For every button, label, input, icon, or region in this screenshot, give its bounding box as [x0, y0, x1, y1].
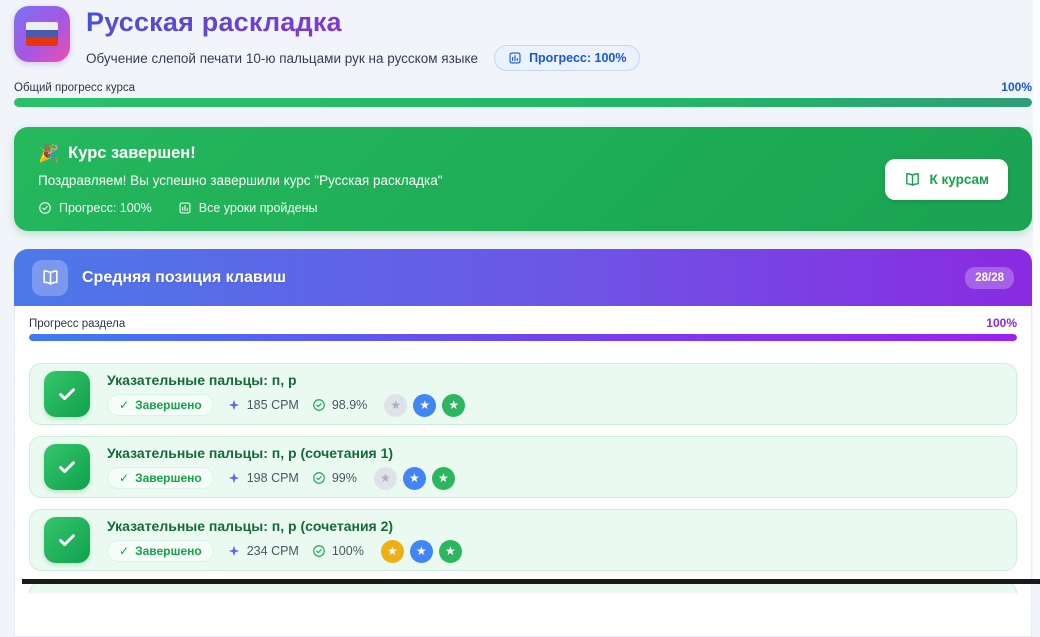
course-header: Русская раскладка Обучение слепой печати… — [14, 0, 1032, 71]
lesson-title: Указательные пальцы: п, р — [107, 372, 465, 388]
status-badge: ✓ Завершено — [107, 394, 214, 416]
progress-badge-label: Прогресс: 100% — [529, 51, 626, 65]
status-badge: ✓ Завершено — [107, 540, 214, 562]
course-progress: Общий прогресс курса 100% — [14, 80, 1032, 107]
course-progress-fill — [14, 98, 1032, 107]
bar-chart-icon — [178, 201, 192, 215]
check-circle-icon — [38, 201, 52, 215]
status-badge: ✓ Завершено — [107, 467, 214, 489]
lesson-card[interactable]: Указательные пальцы: п, р ✓ Завершено 18… — [29, 363, 1017, 425]
to-courses-button-label: К курсам — [930, 172, 990, 187]
flag-image — [26, 22, 58, 46]
star-rating: ★ ★ ★ — [384, 394, 465, 417]
sparkle-icon — [227, 471, 241, 485]
lesson-complete-icon — [44, 517, 90, 563]
page-title: Русская раскладка — [86, 7, 640, 38]
status-label: Завершено — [135, 544, 202, 558]
banner-message: Поздравляем! Вы успешно завершили курс "… — [38, 173, 443, 188]
cpm-value: 234 CPM — [247, 544, 299, 558]
banner-lessons-text: Все уроки пройдены — [199, 201, 318, 215]
gray-star-icon: ★ — [384, 394, 407, 417]
lesson-list: Указательные пальцы: п, р ✓ Завершено 18… — [29, 363, 1017, 571]
star-rating: ★ ★ ★ — [381, 540, 462, 563]
section-count-badge: 28/28 — [965, 267, 1014, 289]
course-subtitle: Обучение слепой печати 10-ю пальцами рук… — [86, 51, 478, 66]
check-icon: ✓ — [119, 471, 129, 485]
star-rating: ★ ★ ★ — [374, 467, 455, 490]
scrollbar-track[interactable] — [1033, 0, 1040, 584]
section-progress-track — [29, 334, 1017, 341]
page-content: Русская раскладка Обучение слепой печати… — [14, 0, 1032, 637]
sparkle-icon — [227, 544, 241, 558]
course-progress-label: Общий прогресс курса — [14, 82, 135, 94]
course-completed-banner: 🎉 Курс завершен! Поздравляем! Вы успешно… — [14, 127, 1032, 231]
cpm-stat: 185 CPM — [227, 398, 299, 412]
bottom-edge — [22, 579, 1040, 584]
lesson-title: Указательные пальцы: п, р (сочетания 1) — [107, 445, 455, 461]
cpm-stat: 198 CPM — [227, 471, 299, 485]
green-star-icon: ★ — [442, 394, 465, 417]
check-icon: ✓ — [119, 398, 129, 412]
book-icon — [904, 171, 921, 188]
check-circle-icon — [312, 544, 326, 558]
accuracy-value: 100% — [332, 544, 364, 558]
lesson-complete-icon — [44, 371, 90, 417]
lesson-card[interactable]: Указательные пальцы: п, р (сочетания 1) … — [29, 436, 1017, 498]
open-book-icon — [32, 260, 68, 296]
accuracy-value: 99% — [332, 471, 357, 485]
section-body: Прогресс раздела 100% Указательные пальц… — [14, 306, 1032, 637]
course-progress-value: 100% — [1001, 80, 1032, 94]
course-progress-track — [14, 98, 1032, 107]
lesson-complete-icon — [44, 444, 90, 490]
progress-badge: Прогресс: 100% — [494, 45, 640, 71]
section-progress-value: 100% — [986, 316, 1017, 330]
gray-star-icon: ★ — [374, 467, 397, 490]
blue-star-icon: ★ — [403, 467, 426, 490]
accuracy-stat: 98.9% — [312, 398, 367, 412]
to-courses-button[interactable]: К курсам — [885, 159, 1009, 200]
sparkle-icon — [227, 398, 241, 412]
accuracy-value: 98.9% — [332, 398, 367, 412]
gold-star-icon: ★ — [381, 540, 404, 563]
section-progress-fill — [29, 334, 1017, 341]
russian-flag-icon — [14, 6, 70, 62]
accuracy-stat: 100% — [312, 544, 364, 558]
section-progress-label: Прогресс раздела — [29, 318, 125, 330]
check-circle-icon — [312, 471, 326, 485]
check-circle-icon — [312, 398, 326, 412]
bar-chart-icon — [508, 51, 522, 65]
banner-progress-text: Прогресс: 100% — [59, 201, 152, 215]
section-title: Средняя позиция клавиш — [82, 269, 286, 287]
blue-star-icon: ★ — [413, 394, 436, 417]
check-icon: ✓ — [119, 544, 129, 558]
lesson-title: Указательные пальцы: п, р (сочетания 2) — [107, 518, 462, 534]
green-star-icon: ★ — [432, 467, 455, 490]
banner-progress-stat: Прогресс: 100% — [38, 201, 152, 215]
blue-star-icon: ★ — [410, 540, 433, 563]
green-star-icon: ★ — [439, 540, 462, 563]
lesson-card[interactable]: Указательные пальцы: п, р (сочетания 2) … — [29, 509, 1017, 571]
accuracy-stat: 99% — [312, 471, 357, 485]
status-label: Завершено — [135, 471, 202, 485]
cpm-value: 185 CPM — [247, 398, 299, 412]
banner-title: Курс завершен! — [68, 144, 196, 163]
cpm-stat: 234 CPM — [227, 544, 299, 558]
cpm-value: 198 CPM — [247, 471, 299, 485]
section-header[interactable]: Средняя позиция клавиш 28/28 — [14, 249, 1032, 306]
banner-lessons-stat: Все уроки пройдены — [178, 201, 318, 215]
status-label: Завершено — [135, 398, 202, 412]
party-popper-icon: 🎉 — [38, 144, 59, 164]
